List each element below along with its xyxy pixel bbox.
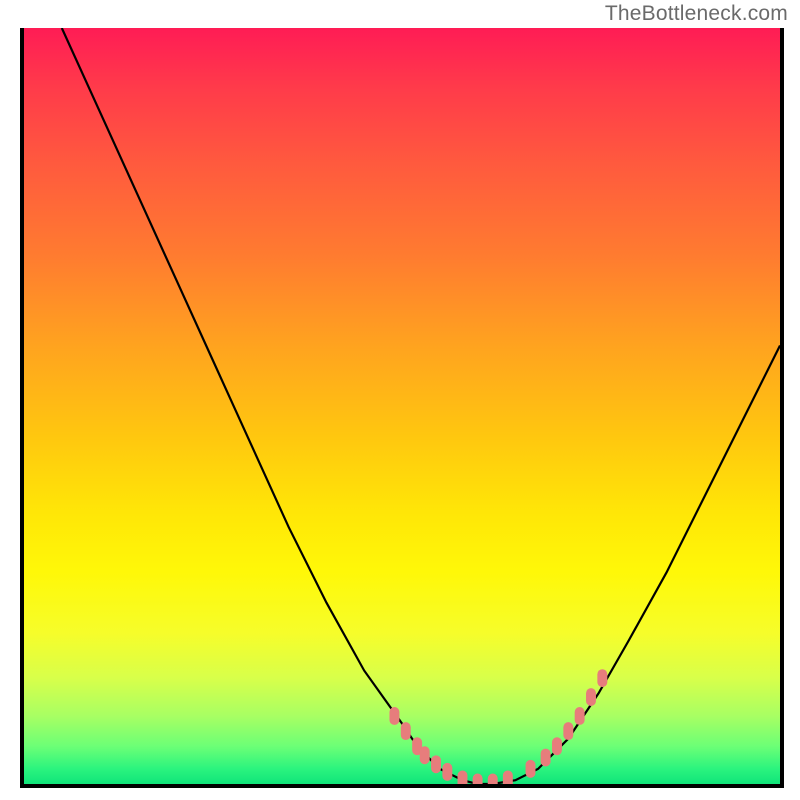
chart-container: TheBottleneck.com — [0, 0, 800, 800]
marker-point — [488, 774, 498, 784]
marker-point — [458, 770, 468, 784]
curve-layer — [24, 28, 780, 784]
marker-point — [401, 722, 411, 740]
marker-point — [526, 760, 536, 778]
marker-point — [597, 669, 607, 687]
attribution-text: TheBottleneck.com — [605, 2, 788, 26]
marker-point — [552, 737, 562, 755]
marker-point — [541, 749, 551, 767]
marker-point — [442, 763, 452, 781]
marker-point — [575, 707, 585, 725]
marker-point — [503, 770, 513, 784]
marker-point — [563, 722, 573, 740]
marker-group — [389, 669, 607, 784]
marker-point — [586, 688, 596, 706]
bottleneck-curve-path — [62, 28, 780, 784]
marker-point — [389, 707, 399, 725]
plot-area — [20, 28, 780, 788]
marker-point — [420, 746, 430, 764]
marker-point — [431, 755, 441, 773]
plot-right-border — [780, 28, 784, 788]
marker-point — [473, 774, 483, 784]
